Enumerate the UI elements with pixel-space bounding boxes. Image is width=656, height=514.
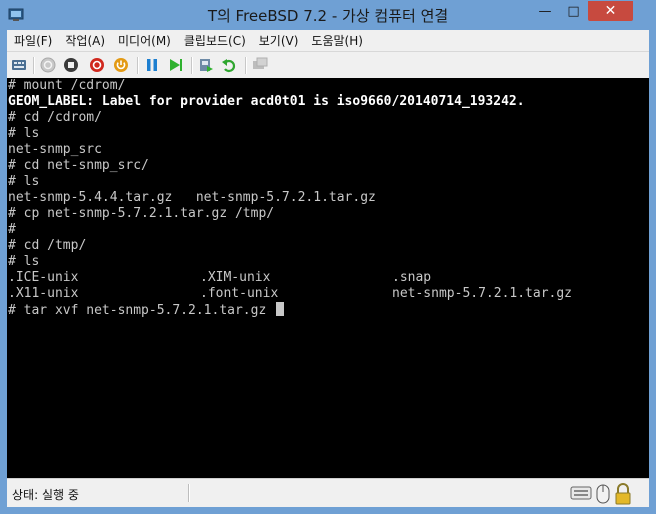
- menu-action[interactable]: 작업(A): [58, 32, 111, 49]
- ls-entry: .font-unix: [200, 286, 279, 301]
- toolbar: [7, 51, 649, 79]
- text-cursor: [276, 302, 285, 316]
- checkpoint-icon[interactable]: [197, 56, 215, 74]
- console-line: net-snmp-5.4.4.tar.gz net-snmp-5.7.2.1.t…: [8, 190, 376, 205]
- power-icon[interactable]: [112, 56, 130, 74]
- console-line: # cd /tmp/: [8, 238, 87, 253]
- turn-off-icon[interactable]: [62, 56, 80, 74]
- console-line: # ls: [8, 126, 40, 141]
- console-line: # mount /cdrom/: [8, 78, 126, 93]
- toolbar-separator: [137, 57, 139, 74]
- console-line: #: [8, 222, 16, 237]
- keyboard-icon: [570, 486, 592, 500]
- menu-help[interactable]: 도움말(H): [304, 32, 369, 49]
- revert-icon[interactable]: [220, 56, 238, 74]
- menu-clipboard[interactable]: 클립보드(C): [177, 32, 252, 49]
- console-line: # cp net-snmp-5.7.2.1.tar.gz /tmp/: [8, 206, 275, 221]
- console-line: net-snmp_src: [8, 142, 102, 157]
- mouse-icon: [596, 484, 610, 504]
- close-button[interactable]: ✕: [588, 1, 633, 21]
- vm-status: 상태: 실행 중: [12, 488, 79, 502]
- maximize-button[interactable]: □: [560, 1, 587, 21]
- console-line: GEOM_LABEL: Label for provider acd0t01 i…: [8, 94, 525, 109]
- console-output: # mount /cdrom/GEOM_LABEL: Label for pro…: [7, 78, 649, 270]
- console-line: # cd net-snmp_src/: [8, 158, 149, 173]
- menu-bar: 파일(F) 작업(A) 미디어(M) 클립보드(C) 보기(V) 도움말(H): [7, 30, 649, 51]
- minimize-icon: —: [538, 3, 552, 19]
- maximize-icon: □: [567, 3, 580, 19]
- ls-entry: .X11-unix: [8, 286, 79, 301]
- toolbar-separator: [191, 57, 193, 74]
- vm-console[interactable]: # mount /cdrom/GEOM_LABEL: Label for pro…: [7, 78, 649, 478]
- ls-entry: net-snmp-5.7.2.1.tar.gz: [392, 286, 573, 301]
- resume-icon[interactable]: [166, 56, 184, 74]
- ctrl-alt-del-icon[interactable]: [10, 56, 28, 74]
- start-icon[interactable]: [39, 56, 57, 74]
- close-icon: ✕: [604, 3, 617, 19]
- minimize-button[interactable]: —: [531, 1, 559, 21]
- pause-icon[interactable]: [143, 56, 161, 74]
- command-prompt[interactable]: # tar xvf net-snmp-5.7.2.1.tar.gz: [7, 302, 649, 318]
- ls-row: .X11-unix .font-unix net-snmp-5.7.2.1.ta…: [7, 286, 649, 302]
- ls-row: .ICE-unix .XIM-unix .snap: [7, 270, 649, 286]
- shut-down-icon[interactable]: [88, 56, 106, 74]
- ls-entry: .ICE-unix: [8, 270, 79, 285]
- ls-entry: .XIM-unix: [200, 270, 271, 285]
- status-separator: [188, 484, 190, 502]
- menu-view[interactable]: 보기(V): [252, 32, 305, 49]
- lock-icon: [615, 483, 631, 505]
- toolbar-separator: [245, 57, 247, 74]
- title-bar[interactable]: T의 FreeBSD 7.2 - 가상 컴퓨터 연결 — □ ✕: [0, 0, 656, 30]
- console-line: # ls: [8, 254, 40, 269]
- prompt-text: # tar xvf net-snmp-5.7.2.1.tar.gz: [8, 303, 275, 318]
- console-line: # ls: [8, 174, 40, 189]
- enhanced-session-icon[interactable]: [251, 56, 269, 74]
- console-line: # cd /cdrom/: [8, 110, 102, 125]
- vm-connection-window: T의 FreeBSD 7.2 - 가상 컴퓨터 연결 — □ ✕ 파일(F) 작…: [0, 0, 656, 514]
- menu-file[interactable]: 파일(F): [7, 32, 58, 49]
- toolbar-separator: [33, 57, 35, 74]
- menu-media[interactable]: 미디어(M): [111, 32, 177, 49]
- status-bar: 상태: 실행 중: [7, 478, 649, 507]
- ls-entry: .snap: [392, 270, 432, 285]
